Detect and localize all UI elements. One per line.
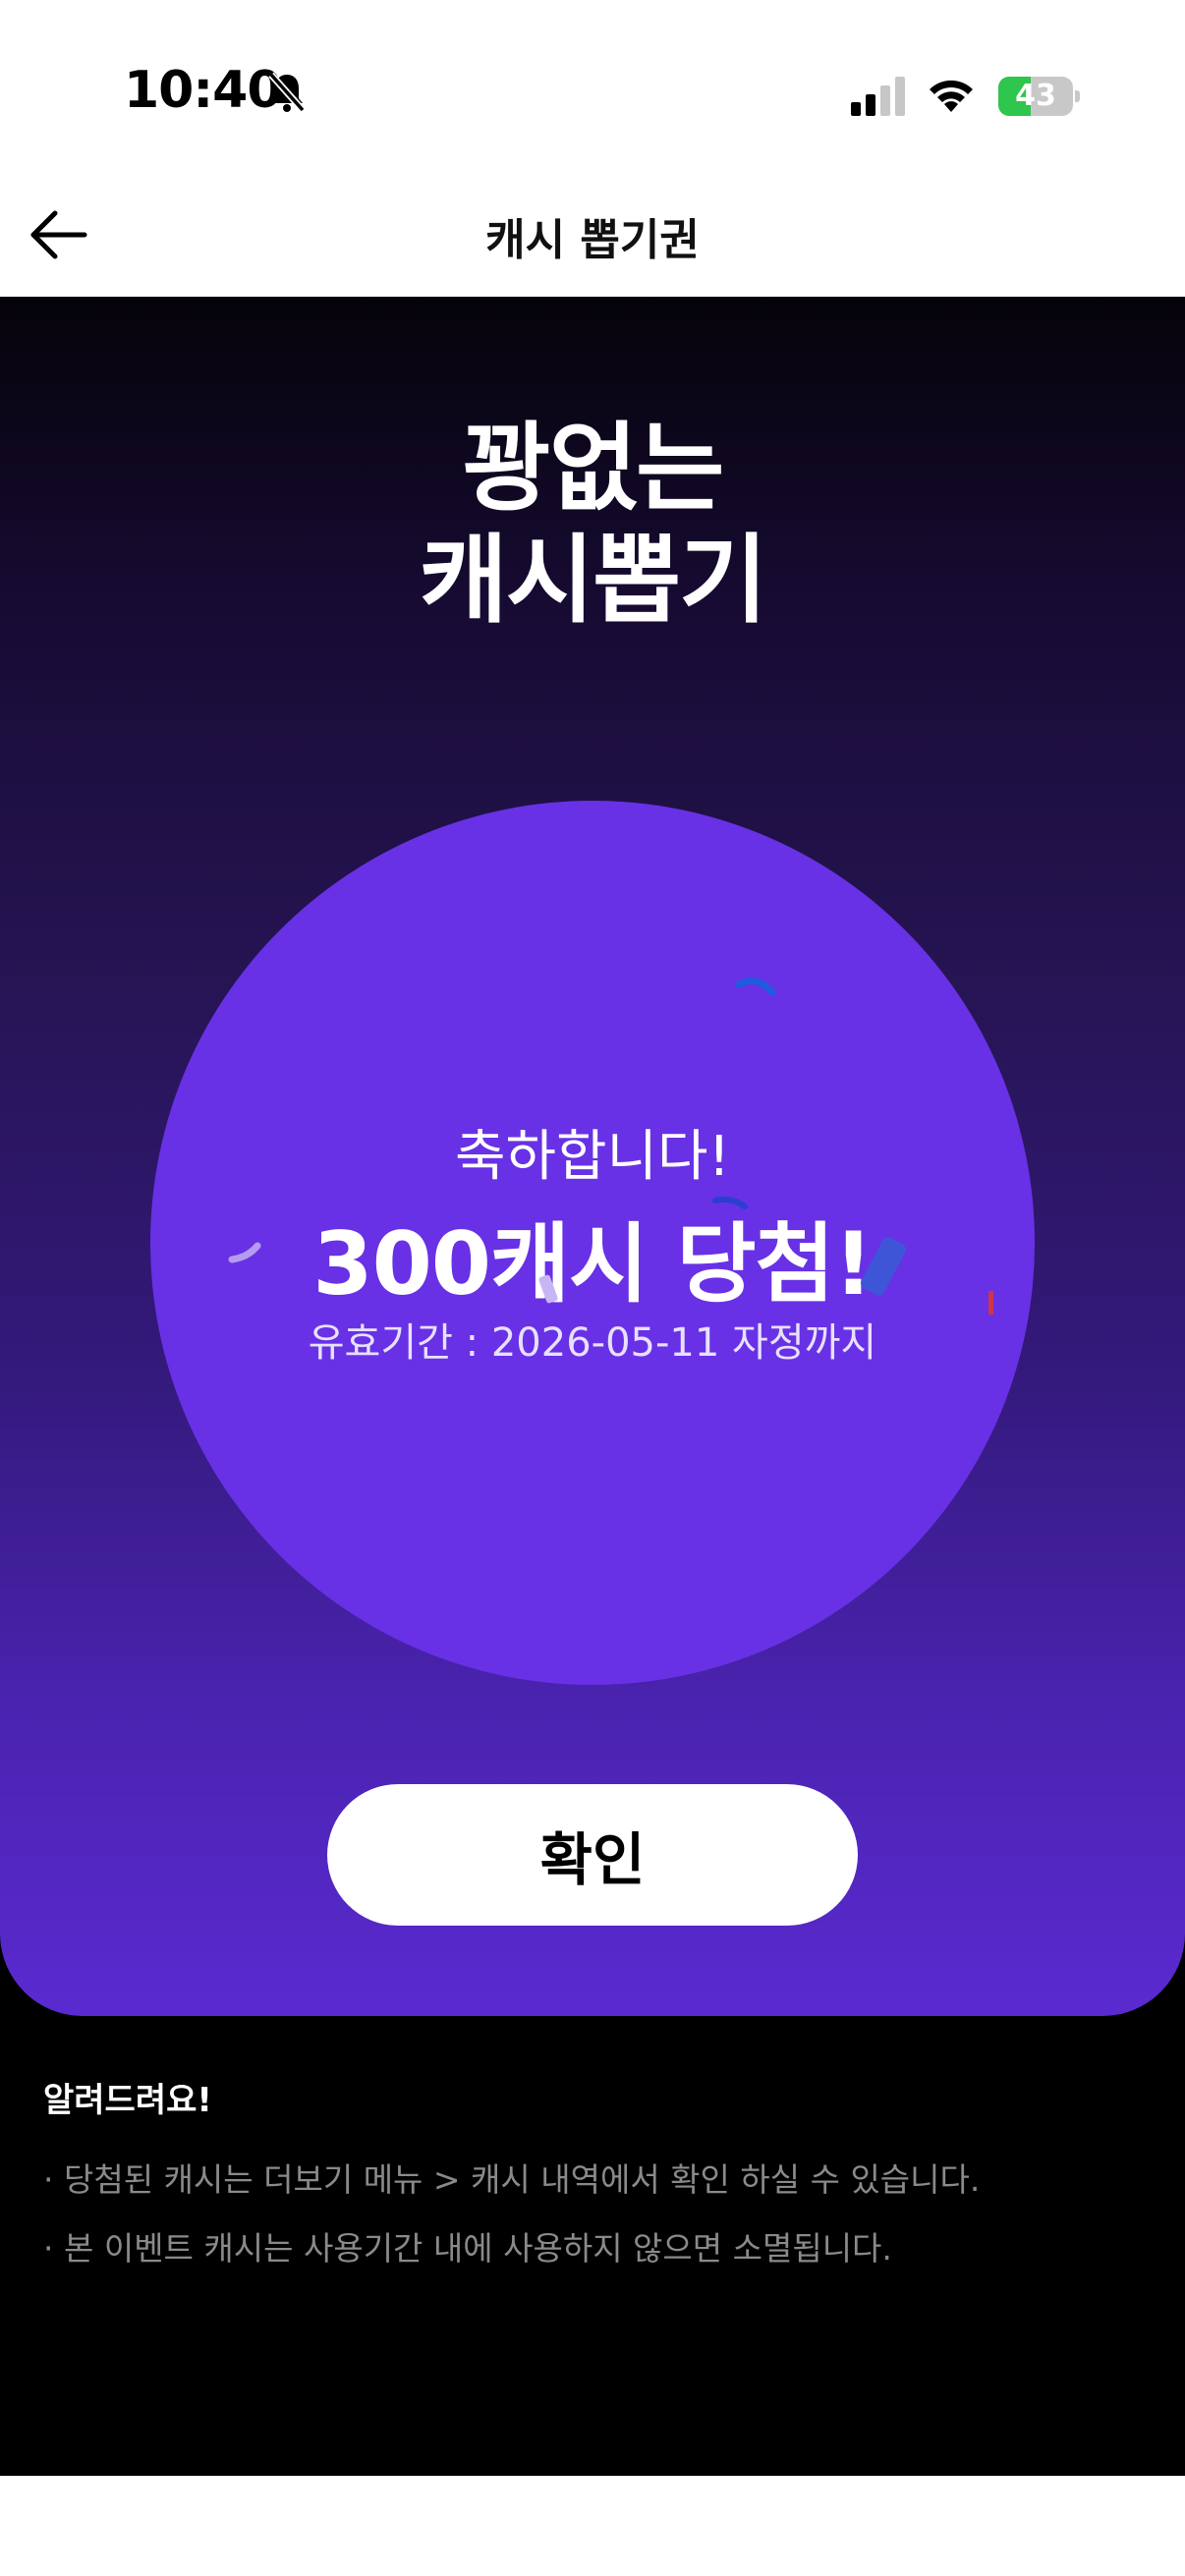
page-title: 캐시 뽑기권	[485, 215, 700, 265]
confirm-button[interactable]: 확인	[327, 1784, 858, 1926]
notice-item: · 본 이벤트 캐시는 사용기간 내에 사용하지 않으면 소멸됩니다.	[43, 2229, 892, 2268]
hero-panel: 꽝없는 캐시뽑기 축하합니다! 300캐시 당첨! 유효기간 : 2026-05…	[0, 297, 1185, 2016]
battery-charging-icon: 43	[998, 77, 1080, 116]
main-content: 꽝없는 캐시뽑기 축하합니다! 300캐시 당첨! 유효기간 : 2026-05…	[0, 297, 1185, 2476]
confetti-decoration	[228, 977, 993, 1315]
notice-title: 알려드려요!	[43, 2081, 212, 2120]
bell-slash-icon	[268, 72, 306, 113]
nav-bar: 캐시 뽑기권	[0, 177, 1185, 297]
status-bar: 10:40 43	[0, 0, 1185, 177]
battery-percent: 43	[1015, 79, 1056, 113]
wifi-icon	[930, 80, 973, 112]
notice-item: · 당첨된 캐시는 더보기 메뉴 > 캐시 내역에서 확인 하실 수 있습니다.	[43, 2160, 981, 2199]
bottom-safe-area	[0, 2476, 1185, 2576]
cellular-signal-icon	[851, 77, 905, 116]
status-time: 10:40	[124, 61, 283, 120]
